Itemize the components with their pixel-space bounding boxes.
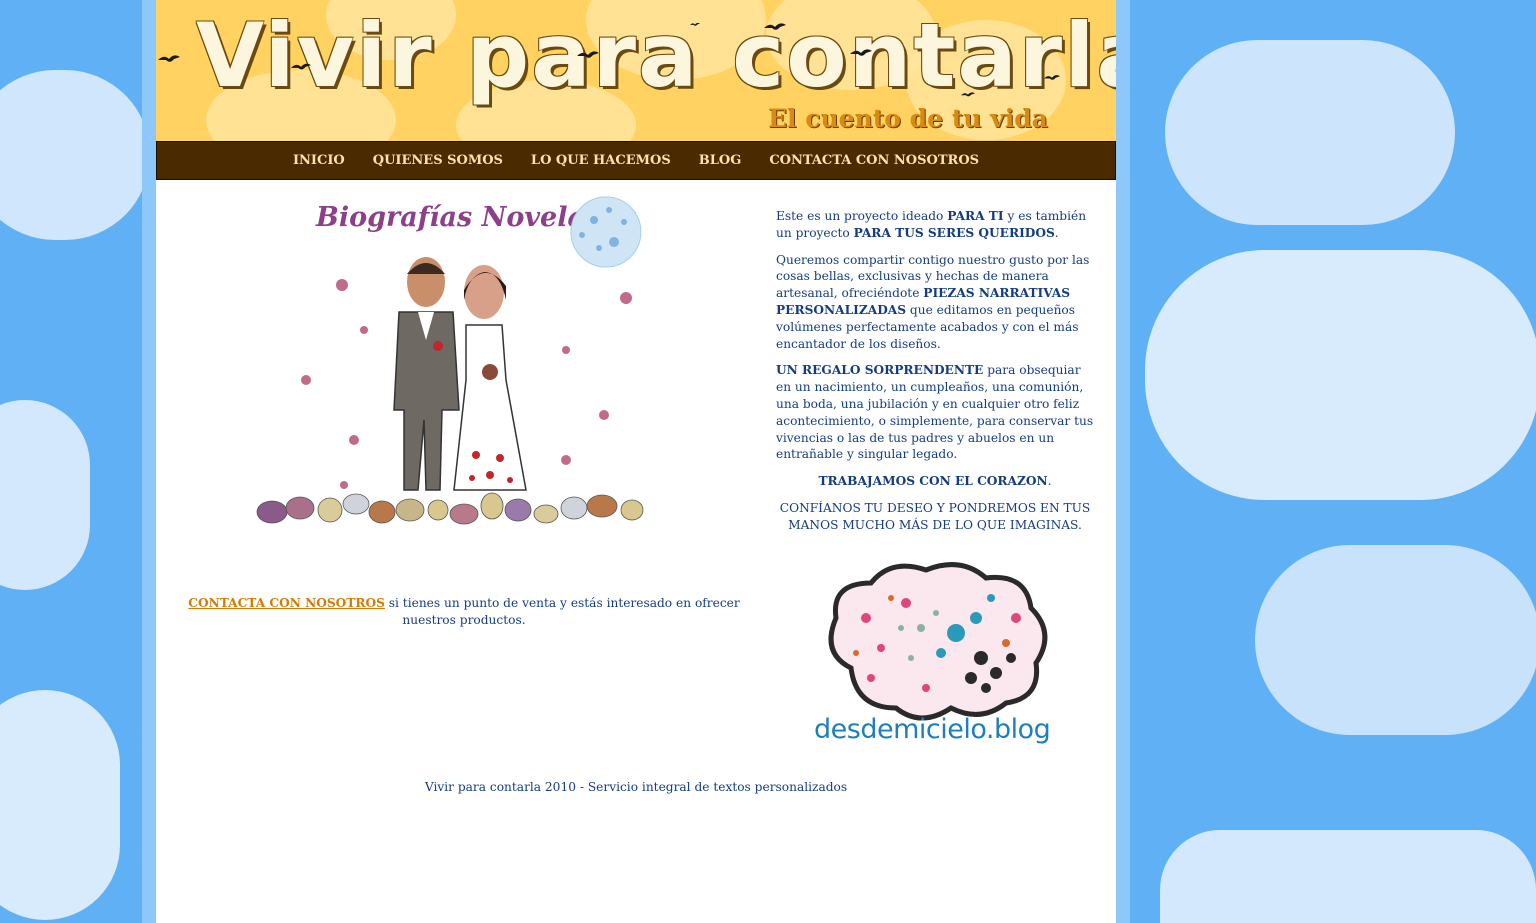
intro-text: Este es un proyecto ideado PARA TI y es … — [776, 208, 1094, 544]
background-cloud — [0, 70, 150, 240]
background-cloud — [1160, 830, 1536, 923]
blog-name[interactable]: desdemicielo.blog — [814, 714, 1051, 745]
bird-icon — [158, 55, 180, 62]
content-area: Vivir para contarla El cuento de tu vida… — [156, 0, 1116, 923]
nav-inicio[interactable]: INICIO — [293, 153, 345, 168]
background-cloud — [1165, 40, 1455, 225]
site-title: Vivir para contarla — [196, 4, 1116, 107]
bird-icon — [961, 92, 975, 97]
bride-head — [464, 265, 504, 319]
bird-icon — [291, 63, 311, 70]
background-cloud — [1255, 545, 1536, 735]
intro-paragraph: UN REGALO SORPRENDENTE para obsequiar en… — [776, 363, 1094, 462]
background-cloud — [0, 400, 90, 590]
background-cloud — [0, 690, 120, 920]
intro-paragraph: Queremos compartir contigo nuestro gusto… — [776, 252, 1090, 351]
bird-icon — [850, 49, 872, 56]
background-cloud — [1145, 250, 1536, 500]
bird-icon — [690, 22, 700, 26]
nav-quienes-somos[interactable]: QUIENES SOMOS — [373, 153, 503, 168]
closing-tagline: CONFÍANOS TU DESEO Y PONDREMOS EN TUS MA… — [779, 500, 1091, 532]
main-navigation: INICIO QUIENES SOMOS LO QUE HACEMOS BLOG… — [156, 141, 1116, 180]
header-banner: Vivir para contarla El cuento de tu vida — [156, 0, 1116, 141]
bird-icon — [764, 23, 786, 30]
contact-link[interactable]: CONTACTA CON NOSOTROS — [188, 596, 385, 610]
couple-illustration: Biografías Noveladas — [256, 196, 644, 525]
bird-icon — [577, 51, 599, 58]
moon-icon — [570, 196, 642, 268]
footer-text: Vivir para contarla 2010 - Servicio inte… — [424, 780, 848, 794]
groom-suit — [393, 311, 460, 491]
site-subtitle: El cuento de tu vida — [768, 104, 1048, 133]
intro-paragraph: Este es un proyecto ideado PARA TI y es … — [776, 209, 1087, 240]
heart-tagline: TRABAJAMOS CON EL CORAZON. — [818, 474, 1052, 489]
nav-contacta-con-nosotros[interactable]: CONTACTA CON NOSOTROS — [769, 153, 979, 168]
bride-dress — [453, 324, 527, 491]
nav-lo-que-hacemos[interactable]: LO QUE HACEMOS — [531, 153, 671, 168]
contact-line: CONTACTA CON NOSOTROS si tienes un punto… — [188, 596, 740, 627]
nav-blog[interactable]: BLOG — [699, 153, 742, 168]
bird-icon — [1044, 75, 1060, 80]
